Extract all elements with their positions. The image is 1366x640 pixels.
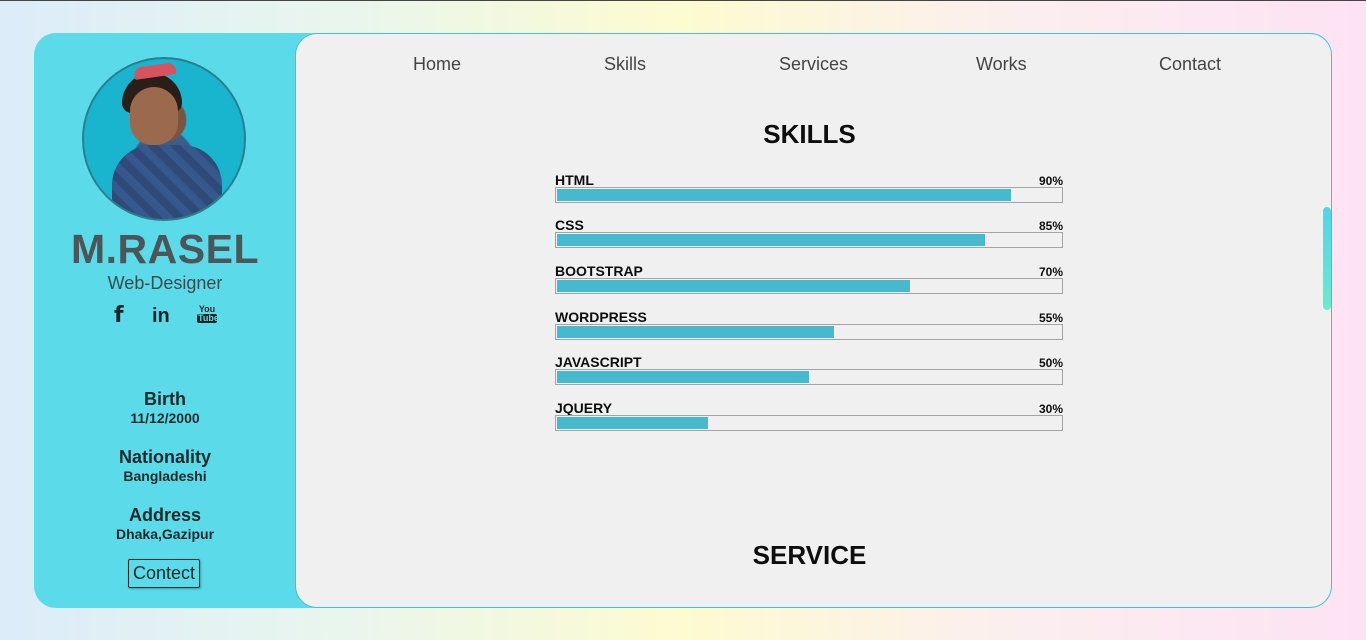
profile-name: M.RASEL	[71, 226, 259, 272]
skill-progress-bar	[555, 415, 1063, 431]
facebook-icon[interactable]: f	[114, 303, 124, 329]
skill-percent: 30%	[1038, 402, 1063, 416]
nav-works[interactable]: Works	[976, 54, 1027, 75]
top-border	[0, 0, 1366, 1]
social-links: f in You Tube	[110, 303, 222, 329]
nationality-value: Bangladeshi	[123, 468, 207, 484]
skill-item: JQUERY 30%	[555, 400, 1063, 440]
skill-progress-fill	[557, 234, 985, 246]
nav-contact[interactable]: Contact	[1159, 54, 1221, 75]
page-scrollbar[interactable]	[1323, 207, 1331, 310]
skill-item: WORDPRESS 55%	[555, 309, 1063, 349]
nav-home[interactable]: Home	[413, 54, 461, 75]
skill-item: BOOTSTRAP 70%	[555, 263, 1063, 303]
skill-progress-fill	[557, 189, 1011, 201]
skill-name: JAVASCRIPT	[555, 354, 642, 370]
skill-name: BOOTSTRAP	[555, 263, 643, 279]
skill-item: JAVASCRIPT 50%	[555, 354, 1063, 394]
avatar	[82, 57, 246, 221]
profile-card: M.RASEL Web-Designer f in You Tube Birth…	[34, 33, 1332, 608]
profile-sidebar: M.RASEL Web-Designer f in You Tube Birth…	[34, 33, 296, 608]
linkedin-icon[interactable]: in	[152, 305, 170, 331]
skill-progress-fill	[557, 417, 708, 429]
skill-progress-fill	[557, 280, 910, 292]
skill-percent: 55%	[1038, 311, 1063, 325]
youtube-icon-bottom: Tube	[197, 313, 219, 323]
skill-progress-bar	[555, 324, 1063, 340]
skill-name: JQUERY	[555, 400, 613, 416]
nationality-label: Nationality	[118, 447, 211, 467]
skill-name: HTML	[555, 172, 594, 188]
address-value: Dhaka,Gazipur	[115, 526, 215, 542]
avatar-shirt	[112, 145, 222, 219]
skill-progress-fill	[557, 371, 809, 383]
profile-role: Web-Designer	[107, 273, 223, 293]
birth-value: 11/12/2000	[130, 410, 200, 426]
skill-percent: 70%	[1038, 265, 1063, 279]
skill-progress-fill	[557, 326, 834, 338]
skill-percent: 85%	[1038, 219, 1063, 233]
skill-item: CSS 85%	[555, 217, 1063, 257]
birth-label: Birth	[144, 389, 186, 409]
skill-name: WORDPRESS	[555, 309, 647, 325]
service-title: SERVICE	[752, 540, 867, 570]
skills-title: SKILLS	[763, 119, 856, 149]
skill-progress-bar	[555, 187, 1063, 203]
contact-button[interactable]: Contect	[128, 559, 200, 588]
address-label: Address	[128, 505, 202, 525]
nav-services[interactable]: Services	[779, 54, 848, 75]
nav-skills[interactable]: Skills	[604, 54, 646, 75]
main-panel: Home Skills Services Works Contact SKILL…	[295, 33, 1332, 608]
skill-percent: 50%	[1038, 356, 1063, 370]
skill-percent: 90%	[1038, 174, 1063, 188]
skill-progress-bar	[555, 232, 1063, 248]
skill-item: HTML 90%	[555, 172, 1063, 212]
avatar-face	[130, 87, 178, 145]
skill-progress-bar	[555, 278, 1063, 294]
skill-progress-bar	[555, 369, 1063, 385]
skill-name: CSS	[555, 217, 584, 233]
youtube-icon[interactable]: You Tube	[197, 305, 219, 331]
